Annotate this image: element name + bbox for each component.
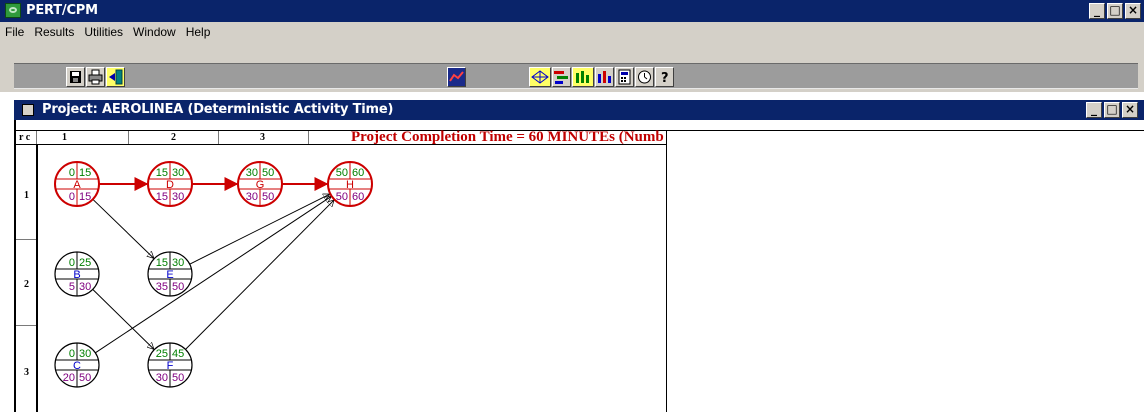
maximize-button[interactable]: □ [1107, 3, 1123, 19]
activity-node-G[interactable]: 30 50G30 50 [237, 161, 283, 207]
histogram-icon[interactable] [572, 67, 594, 87]
network-icon[interactable] [529, 67, 551, 87]
node-lf-value: 30 [172, 191, 184, 203]
node-label: G [256, 179, 265, 191]
node-ef-value: 30 [172, 257, 184, 269]
child-minimize-button[interactable]: _ [1086, 102, 1102, 118]
print-icon[interactable] [86, 67, 105, 87]
menu-help[interactable]: Help [181, 25, 216, 39]
node-ef-value: 45 [172, 348, 184, 360]
node-ls-value: 5 [69, 281, 75, 293]
app-titlebar: PERT/CPM _ □ × [0, 0, 1144, 22]
menu-file[interactable]: File [0, 25, 29, 39]
save-icon[interactable] [66, 67, 85, 87]
node-ls-value: 50 [336, 191, 348, 203]
clock-icon[interactable] [635, 67, 654, 87]
activity-node-D[interactable]: 15 30D15 30 [147, 161, 193, 207]
toolbar-view-group: ? [529, 67, 675, 87]
toolbar-file-group [66, 67, 126, 87]
help-icon[interactable]: ? [655, 67, 674, 87]
node-es-value: 15 [156, 167, 168, 179]
edge-F-H [185, 200, 334, 350]
activity-node-H[interactable]: 50 60H50 60 [327, 161, 373, 207]
node-label: F [167, 360, 174, 372]
document-icon[interactable] [22, 104, 34, 116]
node-lf-value: 50 [172, 372, 184, 384]
node-es-value: 0 [69, 257, 75, 269]
child-window-titlebar: Project: AEROLINEA (Deterministic Activi… [14, 100, 1144, 120]
node-ef-value: 15 [79, 167, 91, 179]
node-lf-value: 50 [262, 191, 274, 203]
node-ls-value: 30 [246, 191, 258, 203]
node-es-value: 25 [156, 348, 168, 360]
app-title: PERT/CPM [26, 3, 98, 18]
node-es-value: 0 [69, 167, 75, 179]
child-maximize-button[interactable]: □ [1104, 102, 1120, 118]
node-ef-value: 25 [79, 257, 91, 269]
minimize-button[interactable]: _ [1089, 3, 1105, 19]
activity-node-E[interactable]: 15 30E35 50 [147, 251, 193, 297]
node-lf-value: 50 [172, 281, 184, 293]
chart-icon[interactable] [447, 67, 466, 87]
menu-window[interactable]: Window [128, 25, 181, 39]
node-label: H [346, 179, 354, 191]
activity-node-B[interactable]: 0 25B5 30 [54, 251, 100, 297]
edge-A-E [92, 198, 154, 258]
node-ls-value: 20 [63, 372, 75, 384]
child-window-title: Project: AEROLINEA (Deterministic Activi… [42, 102, 394, 117]
node-ef-value: 30 [79, 348, 91, 360]
app-window-controls: _ □ × [1089, 3, 1141, 19]
svg-text:?: ? [661, 71, 669, 86]
edge-B-F [92, 289, 154, 349]
menu-utilities[interactable]: Utilities [79, 25, 128, 39]
app-icon[interactable] [5, 3, 21, 18]
node-es-value: 0 [69, 348, 75, 360]
node-label: C [73, 360, 81, 372]
node-label: B [73, 269, 80, 281]
node-lf-value: 60 [352, 191, 364, 203]
edge-C-H [95, 197, 330, 354]
node-lf-value: 50 [79, 372, 91, 384]
toolbar-center-group [447, 67, 467, 87]
node-ls-value: 15 [156, 191, 168, 203]
node-lf-value: 15 [79, 191, 91, 203]
node-lf-value: 30 [79, 281, 91, 293]
node-ef-value: 50 [262, 167, 274, 179]
close-button[interactable]: × [1125, 3, 1141, 19]
child-window-controls: _ □ × [1086, 102, 1138, 118]
node-ls-value: 0 [69, 191, 75, 203]
bar-chart-icon[interactable] [595, 67, 614, 87]
node-label: D [166, 179, 174, 191]
exit-icon[interactable] [106, 67, 125, 87]
node-ef-value: 30 [172, 167, 184, 179]
network-view: r c 1 2 3 Project Completion Time = 60 M… [14, 120, 1144, 412]
node-ls-value: 35 [156, 281, 168, 293]
node-label: E [166, 269, 173, 281]
activity-node-A[interactable]: 0 15A0 15 [54, 161, 100, 207]
activity-node-F[interactable]: 25 45F30 50 [147, 342, 193, 388]
calculator-icon[interactable] [615, 67, 634, 87]
node-ls-value: 30 [156, 372, 168, 384]
menu-bar: File Results Utilities Window Help [0, 22, 1144, 42]
node-es-value: 30 [246, 167, 258, 179]
activity-node-C[interactable]: 0 30C20 50 [54, 342, 100, 388]
child-close-button[interactable]: × [1122, 102, 1138, 118]
node-es-value: 50 [336, 167, 348, 179]
node-ef-value: 60 [352, 167, 364, 179]
menu-results[interactable]: Results [29, 25, 79, 39]
gantt-icon[interactable] [552, 67, 571, 87]
node-es-value: 15 [156, 257, 168, 269]
right-pane [666, 130, 1144, 412]
node-label: A [73, 179, 81, 191]
pert-network-diagram: 0 15A0 1515 30D15 3030 50G30 5050 60H50 600 25B5 3… [54, 161, 373, 388]
